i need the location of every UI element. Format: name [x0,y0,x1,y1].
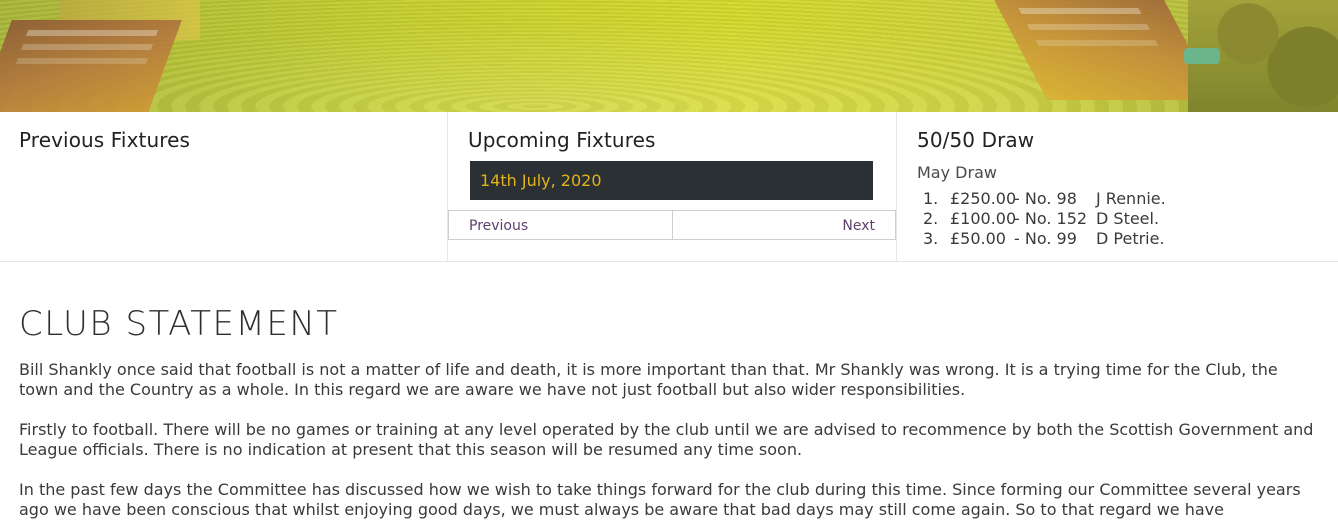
statement-title: CLUB STATEMENT [19,304,339,344]
previous-fixtures-panel: Previous Fixtures [0,112,448,261]
fixture-navigation: Previous Next [448,210,896,240]
draw-result-winner: D Steel. [1096,209,1160,228]
draw-result-number: - No. 99 [1014,229,1077,248]
info-panels: Previous Fixtures Upcoming Fixtures 14th… [0,112,1338,262]
draw-result-item: 2. £100.00 - No. 152 D Steel. [923,209,1338,229]
draw-result-amount: £250.00 [950,189,1017,208]
next-fixture-button[interactable]: Next [672,210,896,240]
draw-result-item: 1. £250.00 - No. 98 J Rennie. [923,189,1338,209]
draw-subtitle: May Draw [917,163,997,182]
upcoming-fixtures-panel: Upcoming Fixtures 14th July, 2020 Previo… [448,112,897,261]
draw-result-winner: J Rennie. [1096,189,1166,208]
draw-panel: 50/50 Draw May Draw 1. £250.00 - No. 98 … [897,112,1338,261]
statement-paragraph: Bill Shankly once said that football is … [19,360,1278,399]
draw-result-winner: D Petrie. [1096,229,1165,248]
draw-result-index: 2. [923,209,939,228]
statement-paragraph: In the past few days the Committee has d… [19,480,1301,519]
draw-result-item: 3. £50.00 - No. 99 D Petrie. [923,229,1338,249]
previous-fixtures-title: Previous Fixtures [19,128,191,152]
draw-result-index: 3. [923,229,939,248]
club-statement: CLUB STATEMENT Bill Shankly once said th… [0,302,1338,520]
fixture-date: 14th July, 2020 [480,171,602,190]
draw-result-amount: £50.00 [950,229,1006,248]
upcoming-fixtures-title: Upcoming Fixtures [468,128,656,152]
car [1184,48,1220,64]
draw-title: 50/50 Draw [917,128,1035,152]
stadium-stand-right [988,0,1218,100]
draw-results-list: 1. £250.00 - No. 98 J Rennie. 2. £100.00… [917,189,1338,249]
stadium-stand-left [0,20,182,112]
statement-paragraph: Firstly to football. There will be no ga… [19,420,1314,459]
hero-banner [0,0,1338,112]
fixture-card[interactable]: 14th July, 2020 [470,161,873,200]
draw-result-number: - No. 98 [1014,189,1077,208]
draw-result-amount: £100.00 [950,209,1017,228]
draw-result-index: 1. [923,189,939,208]
previous-fixture-button[interactable]: Previous [448,210,673,240]
draw-result-number: - No. 152 [1014,209,1088,228]
